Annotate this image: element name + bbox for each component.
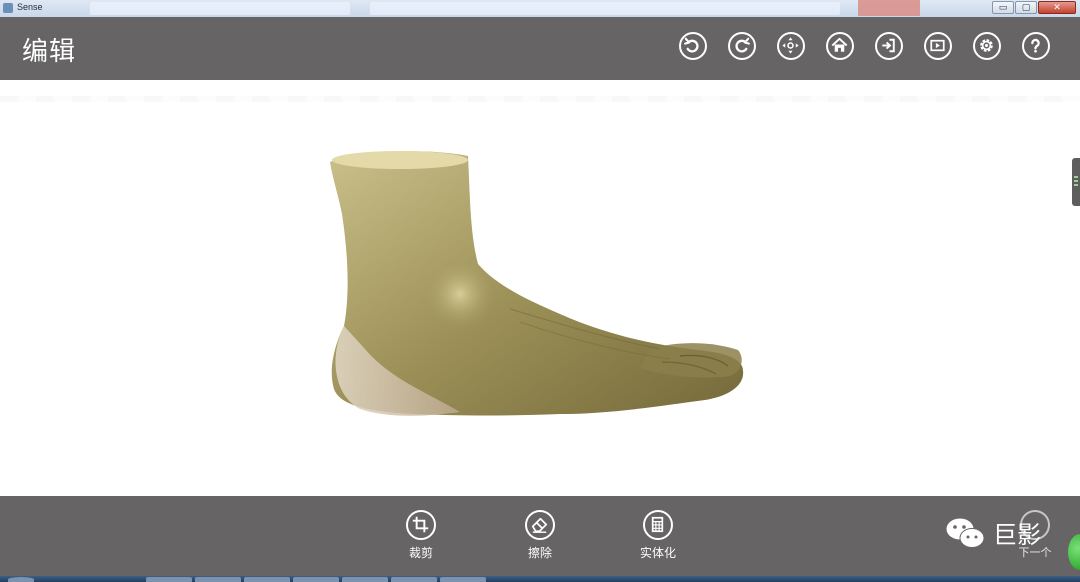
- home-button[interactable]: [826, 32, 854, 60]
- play-icon: [930, 39, 945, 52]
- erase-tool-button[interactable]: 擦除: [510, 510, 570, 561]
- crop-tool-button[interactable]: 裁剪: [391, 510, 451, 561]
- move-button[interactable]: [777, 32, 805, 60]
- help-button[interactable]: [1022, 32, 1050, 60]
- start-button[interactable]: [8, 577, 34, 582]
- export-icon: [882, 38, 895, 53]
- grip-icon: [1074, 176, 1078, 188]
- help-icon: [1031, 38, 1040, 53]
- close-button[interactable]: ✕: [1038, 1, 1076, 14]
- app-logo-icon: [3, 3, 13, 13]
- top-toolbar: 编辑: [0, 17, 1080, 80]
- settings-icon: [980, 39, 993, 52]
- side-panel-handle[interactable]: [1072, 158, 1080, 206]
- redo-icon: [735, 37, 750, 53]
- crop-icon: [412, 516, 429, 533]
- page-title: 编辑: [22, 37, 77, 67]
- taskbar-item[interactable]: [342, 577, 388, 582]
- window-controls: ▭ ▢ ✕: [992, 1, 1076, 14]
- 3d-viewport[interactable]: [0, 80, 1080, 496]
- bottom-toolbar: 裁剪 擦除 实体化 下一个: [0, 496, 1080, 576]
- eraser-icon: [531, 517, 548, 533]
- redo-button[interactable]: [728, 32, 756, 60]
- minimize-button[interactable]: ▭: [992, 1, 1014, 14]
- undo-button[interactable]: [679, 32, 707, 60]
- scanned-foot-model[interactable]: [320, 144, 760, 444]
- os-taskbar: [0, 576, 1080, 582]
- window-title: Sense: [17, 2, 43, 12]
- maximize-button[interactable]: ▢: [1015, 1, 1037, 14]
- taskbar-item[interactable]: [244, 577, 290, 582]
- crop-tool-label: 裁剪: [408, 546, 433, 560]
- taskbar-item[interactable]: [195, 577, 241, 582]
- export-button[interactable]: [875, 32, 903, 60]
- background-window-tab: [90, 2, 350, 15]
- solidify-tool-label: 实体化: [639, 546, 676, 560]
- viewport-artifact-strip: [0, 96, 1080, 102]
- taskbar-item[interactable]: [440, 577, 486, 582]
- taskbar-item[interactable]: [146, 577, 192, 582]
- move-icon: [782, 37, 799, 54]
- taskbar-item[interactable]: [391, 577, 437, 582]
- erase-tool-label: 擦除: [527, 546, 552, 560]
- undo-icon: [684, 37, 699, 53]
- solidify-icon: [651, 516, 664, 533]
- watermark-text: 巨影: [993, 521, 1041, 549]
- background-window-tab: [858, 0, 920, 16]
- solidify-tool-button[interactable]: 实体化: [628, 510, 688, 561]
- sense-app-window: Sense ▭ ▢ ✕ 编辑 裁剪 擦除 实体化 下一个 巨影: [0, 0, 1080, 582]
- window-titlebar: Sense ▭ ▢ ✕: [0, 0, 1080, 18]
- home-icon: [831, 37, 848, 52]
- watermark: 巨影: [943, 513, 1063, 553]
- settings-button[interactable]: [973, 32, 1001, 60]
- wechat-icon: [945, 517, 985, 548]
- background-window-tab: [370, 2, 840, 15]
- play-button[interactable]: [924, 32, 952, 60]
- taskbar-item[interactable]: [293, 577, 339, 582]
